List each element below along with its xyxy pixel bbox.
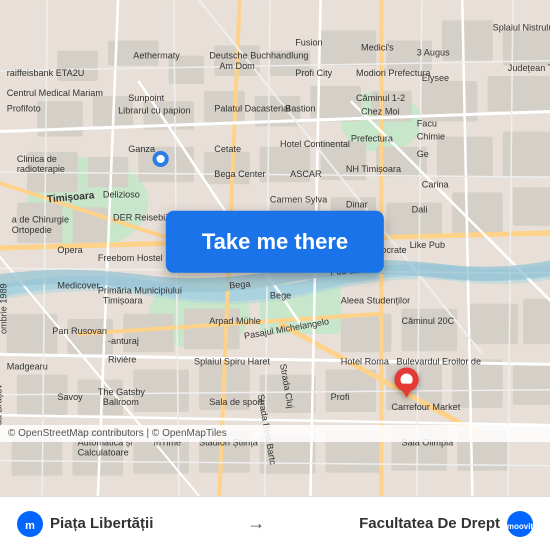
svg-text:Modiori Prefectura: Modiori Prefectura (356, 68, 431, 78)
svg-text:Palatul Dacasterial: Palatul Dacasterial (214, 103, 290, 113)
moovit-logo-right: moovit (506, 510, 534, 538)
svg-text:Savoy: Savoy (57, 392, 83, 402)
svg-text:Freebom Hostel: Freebom Hostel (98, 253, 163, 263)
svg-text:Carmen Sylva: Carmen Sylva (270, 194, 328, 204)
svg-text:raiffeisbank ETA2U: raiffeisbank ETA2U (7, 68, 85, 78)
app: Timișoara Clinica de radioterapie a de C… (0, 0, 550, 550)
svg-text:Splaiul Spiru Haret: Splaiul Spiru Haret (194, 356, 270, 366)
svg-text:Madgearu: Madgearu (7, 361, 48, 371)
svg-text:Elysee: Elysee (422, 73, 449, 83)
svg-text:Arpad Mühle: Arpad Mühle (209, 316, 261, 326)
footer-arrow: → (247, 513, 265, 534)
copyright-text: © OpenStreetMap contributors | © OpenMap… (8, 428, 227, 439)
copyright-bar: © OpenStreetMap contributors | © OpenMap… (0, 425, 550, 442)
svg-text:Dali: Dali (412, 205, 428, 215)
svg-text:Hotel Continental: Hotel Continental (280, 139, 350, 149)
svg-text:Pan Rusovan: Pan Rusovan (52, 326, 107, 336)
svg-text:Chimie: Chimie (417, 132, 445, 142)
svg-text:Timișoara: Timișoara (103, 296, 144, 306)
svg-text:Profi: Profi (331, 392, 350, 402)
svg-text:NH Timișoara: NH Timișoara (346, 164, 402, 174)
moovit-icon: m (16, 510, 44, 538)
svg-text:Primăria Municipiului: Primăria Municipiului (98, 286, 182, 296)
svg-text:Sunpoint: Sunpoint (128, 93, 164, 103)
svg-text:Prefectura: Prefectura (351, 134, 394, 144)
svg-text:Rivière: Rivière (108, 354, 136, 364)
svg-text:da Brașov: da Brașov (0, 384, 4, 425)
take-me-there-button[interactable]: Take me there (166, 211, 384, 273)
footer-from-label: Piața Libertății (50, 515, 153, 532)
svg-text:moovit: moovit (507, 522, 534, 531)
svg-text:Calculatoare: Calculatoare (78, 448, 129, 458)
svg-text:Fusion: Fusion (295, 38, 322, 48)
svg-text:Profifoto: Profifoto (7, 103, 41, 113)
svg-text:m: m (25, 520, 35, 532)
svg-text:Căminul 20C: Căminul 20C (402, 316, 455, 326)
svg-text:Bega Center: Bega Center (214, 169, 265, 179)
svg-text:Ge: Ge (417, 149, 429, 159)
svg-text:radioterapie: radioterapie (17, 164, 65, 174)
svg-text:Sala de sport: Sala de sport (209, 397, 263, 407)
svg-text:Medicover: Medicover (57, 280, 99, 290)
svg-text:Aleea Studenților: Aleea Studenților (341, 296, 410, 306)
svg-text:Centrul Medical Mariam: Centrul Medical Mariam (7, 88, 103, 98)
svg-text:-anturaj: -anturaj (108, 336, 139, 346)
svg-text:Ganza: Ganza (128, 144, 156, 154)
svg-text:Carrefour Market: Carrefour Market (391, 402, 460, 412)
map-container: Timișoara Clinica de radioterapie a de C… (0, 0, 550, 496)
svg-text:Bastion: Bastion (285, 103, 315, 113)
svg-text:Hotel Roma: Hotel Roma (341, 356, 390, 366)
svg-text:Profi City: Profi City (295, 68, 332, 78)
svg-text:Clinica de: Clinica de (17, 154, 57, 164)
svg-text:Județean Tim: Județean Tim (508, 63, 550, 73)
footer-right: Facultatea De Drept moovit (359, 510, 534, 538)
svg-text:Deutsche Buchhandlung: Deutsche Buchhandlung (209, 51, 308, 61)
svg-text:Facu: Facu (417, 119, 437, 129)
svg-text:a de Chirurgie: a de Chirurgie (12, 215, 69, 225)
svg-text:ombrie 1989: ombrie 1989 (0, 283, 9, 334)
svg-text:Carina: Carina (422, 179, 450, 189)
svg-text:The Gatsby: The Gatsby (98, 387, 146, 397)
svg-text:ASCAR: ASCAR (290, 169, 322, 179)
footer-to-label: Facultatea De Drept (359, 515, 500, 532)
svg-text:Delizioso: Delizioso (103, 189, 140, 199)
svg-text:Dinar: Dinar (346, 200, 368, 210)
svg-text:Am Dom: Am Dom (219, 61, 254, 71)
svg-text:Căminul 1-2: Căminul 1-2 (356, 93, 405, 103)
svg-text:Ortopedie: Ortopedie (12, 225, 52, 235)
svg-text:Bege: Bege (270, 291, 291, 301)
svg-text:Like Pub: Like Pub (410, 240, 445, 250)
svg-text:Aethermaty: Aethermaty (133, 51, 180, 61)
svg-text:Ballroom: Ballroom (103, 397, 139, 407)
svg-text:Librarul cu papion: Librarul cu papion (118, 105, 190, 115)
svg-text:Opera: Opera (57, 245, 83, 255)
svg-text:Chez Moi: Chez Moi (361, 106, 399, 116)
footer: m Piața Libertății → Facultatea De Drept… (0, 496, 550, 550)
svg-text:Cetate: Cetate (214, 144, 241, 154)
svg-text:Bega: Bega (229, 279, 252, 291)
svg-text:Medici's: Medici's (361, 43, 394, 53)
footer-left: m Piața Libertății (16, 510, 153, 538)
svg-text:Splaiul Nistrulu: Splaiul Nistrulu (493, 22, 550, 32)
svg-text:Bulevardul Eroilor de: Bulevardul Eroilor de (396, 356, 481, 366)
svg-text:3 Augus: 3 Augus (417, 48, 450, 58)
